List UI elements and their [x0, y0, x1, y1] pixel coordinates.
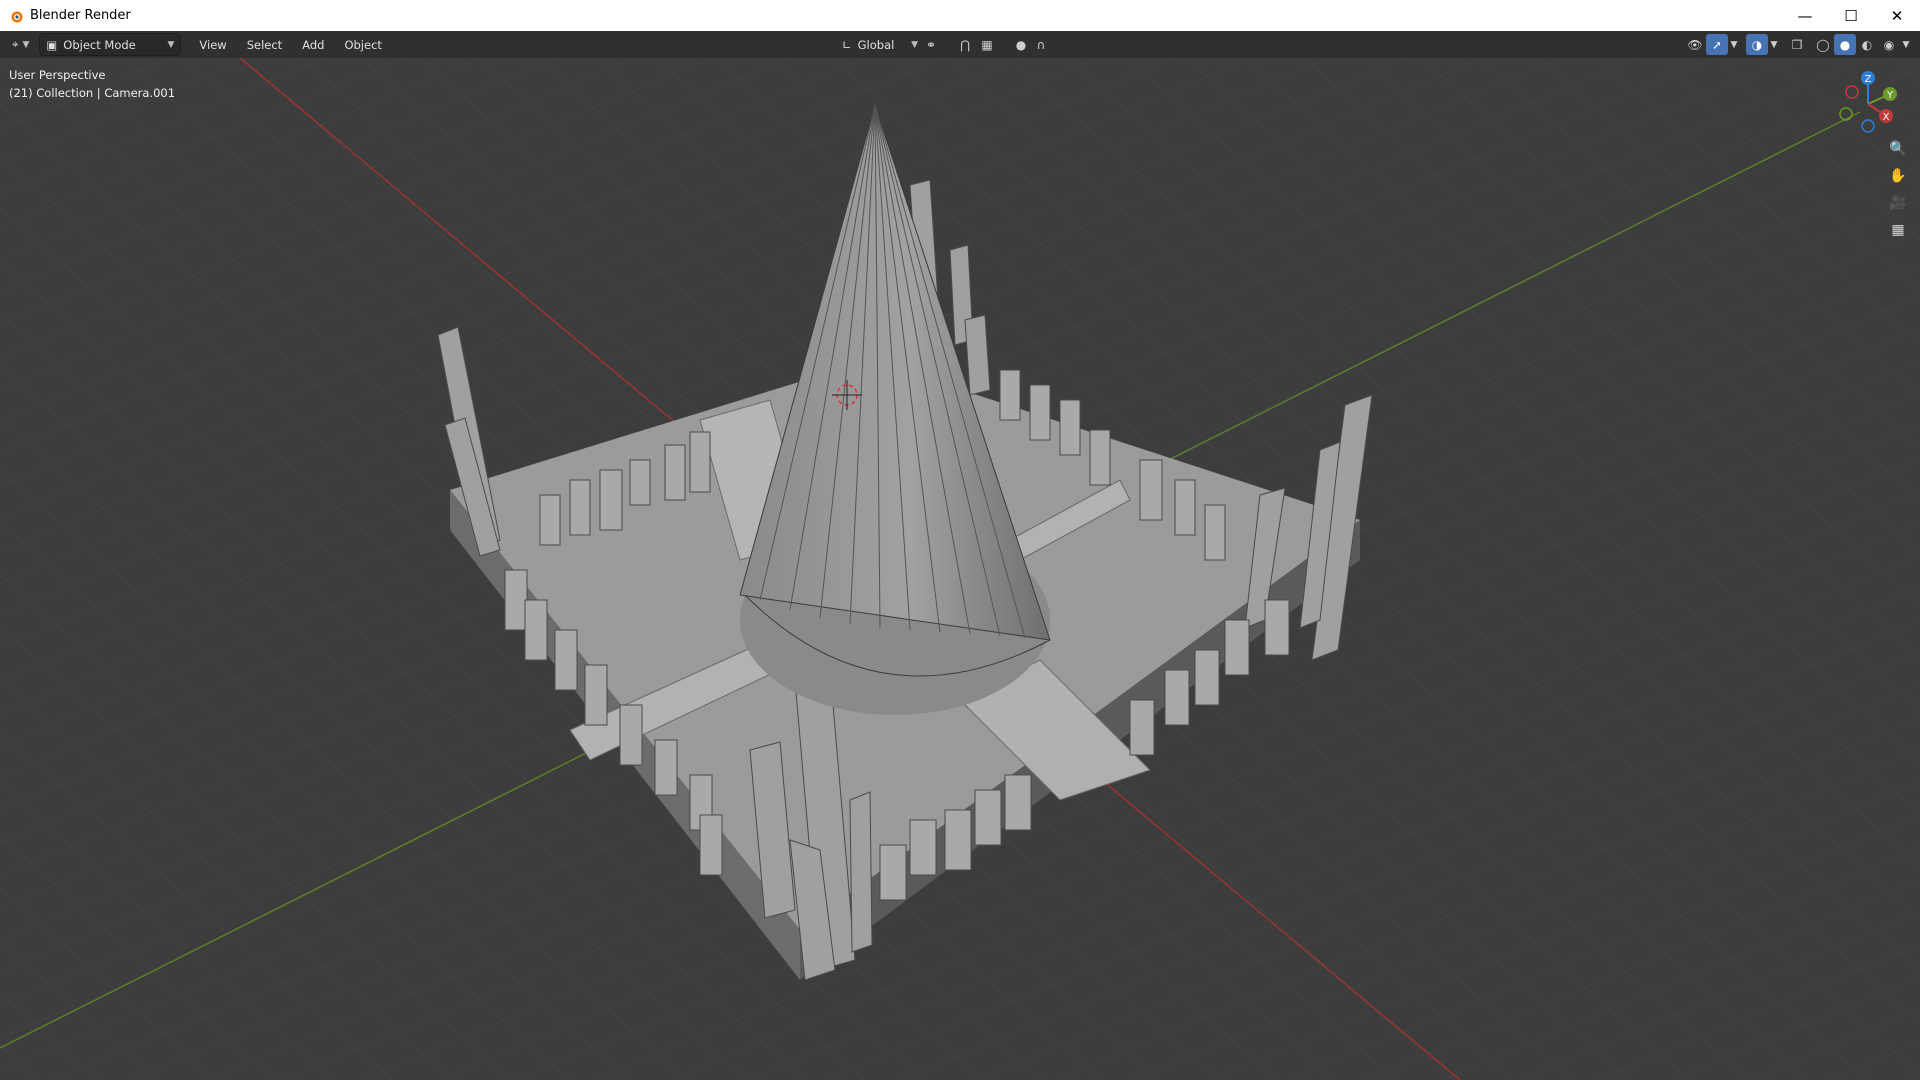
ortho-grid-icon[interactable]: ▦	[1887, 219, 1909, 241]
gizmo-x-label: X	[1883, 112, 1890, 123]
navigation-gizmo[interactable]: Z Y X	[1832, 68, 1902, 138]
window-controls: — ☐ ✕	[1782, 0, 1920, 31]
viewport-header: ⌖ ▼ ▣ Object Mode ▼ View Select Add Objec…	[0, 31, 1920, 58]
viewport-right-tools: 👁 ➚ ▼ ◑ ▼ ❐ ◯ ● ◐ ◉ ▼	[1684, 31, 1912, 58]
overlay-icon[interactable]: ◑	[1746, 34, 1768, 55]
collection-label: (21) Collection | Camera.001	[9, 86, 176, 100]
chevron-down-icon: ▼	[167, 39, 175, 50]
viewport-scene	[0, 58, 1920, 1080]
wireframe-shading-icon[interactable]: ◯	[1812, 34, 1834, 55]
chevron-down-icon[interactable]: ▼	[1768, 34, 1780, 55]
orientation-label: Global	[857, 37, 895, 52]
chevron-down-icon[interactable]: ▼	[1728, 34, 1740, 55]
chevron-down-icon: ▼	[911, 39, 918, 50]
menu-object[interactable]: Object	[334, 34, 391, 55]
window-title: Blender Render	[30, 8, 131, 23]
zoom-icon[interactable]: 🔍	[1887, 138, 1909, 160]
pan-hand-icon[interactable]: ✋	[1887, 165, 1909, 187]
maximize-button[interactable]: ☐	[1828, 0, 1874, 31]
camera-view-icon[interactable]: 🎥	[1887, 192, 1909, 214]
proportional-icon[interactable]: ●	[1010, 34, 1032, 55]
snap-target-icon[interactable]: ▦	[976, 34, 998, 55]
blender-logo-icon	[11, 11, 23, 22]
pivot-icon[interactable]: ⚭	[920, 34, 942, 55]
menu-select[interactable]: Select	[237, 34, 292, 55]
viewport-info: User Perspective (21) Collection | Camer…	[9, 66, 175, 102]
xray-icon[interactable]: ❐	[1786, 34, 1808, 55]
mode-label: Object Mode	[63, 37, 136, 52]
viewport-navigation-buttons: 🔍 ✋ 🎥 ▦	[1887, 138, 1909, 241]
menu-view[interactable]: View	[189, 34, 236, 55]
rendered-shading-icon[interactable]: ◉	[1878, 34, 1900, 55]
gizmo-z-label: Z	[1865, 74, 1872, 85]
perspective-label: User Perspective	[9, 68, 106, 82]
editor-type-icon: ⌖	[12, 37, 19, 51]
snap-icon[interactable]: ⋂	[954, 34, 976, 55]
object-mode-icon: ▣	[46, 37, 58, 52]
close-button[interactable]: ✕	[1874, 0, 1920, 31]
material-shading-icon[interactable]: ◐	[1856, 34, 1878, 55]
window-titlebar: Blender Render — ☐ ✕	[0, 0, 1920, 31]
solid-shading-icon[interactable]: ●	[1834, 34, 1856, 55]
falloff-icon[interactable]: ∩	[1030, 34, 1052, 55]
3d-viewport[interactable]: Z Y X	[0, 58, 1920, 1080]
minimize-button[interactable]: —	[1782, 0, 1828, 31]
chevron-down-icon: ▼	[22, 39, 30, 50]
visibility-icon[interactable]: 👁	[1684, 34, 1706, 55]
transform-orientation-dropdown[interactable]: ∟ Global ▼	[836, 34, 924, 55]
menu-add[interactable]: Add	[292, 34, 334, 55]
gizmo-y-label: Y	[1886, 90, 1894, 101]
mode-dropdown[interactable]: ▣ Object Mode ▼	[39, 33, 182, 56]
editor-type-button[interactable]: ⌖ ▼	[6, 34, 35, 55]
orientation-icon: ∟	[842, 37, 852, 52]
gizmo-icon[interactable]: ➚	[1706, 34, 1728, 55]
chevron-down-icon[interactable]: ▼	[1900, 34, 1912, 55]
